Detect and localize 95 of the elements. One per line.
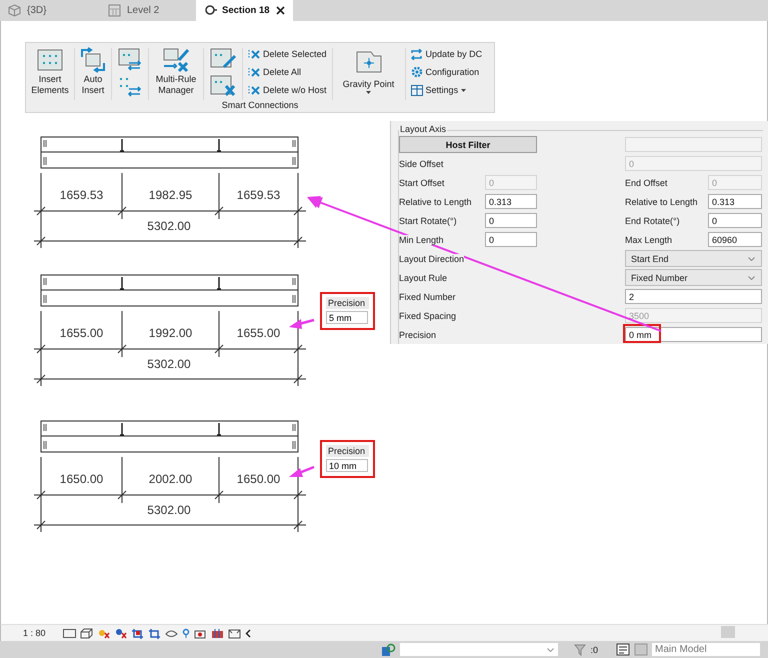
camera-icon[interactable] bbox=[194, 628, 207, 638]
field-label: Min Length bbox=[399, 234, 444, 244]
crop-region-icon[interactable] bbox=[148, 628, 161, 638]
field-label: Start Offset bbox=[399, 178, 444, 188]
dimension-label: 2002.00 bbox=[148, 472, 192, 486]
delete-icon bbox=[248, 84, 260, 96]
field-label: Relative to Length bbox=[399, 196, 472, 206]
workset-icon[interactable] bbox=[380, 642, 396, 656]
sun-icon[interactable] bbox=[97, 628, 110, 638]
chevron-down-icon bbox=[748, 276, 755, 280]
panel-title: Smart Connections bbox=[220, 100, 300, 112]
gravity-point-icon bbox=[354, 49, 384, 75]
dimension-label: 1650.00 bbox=[60, 472, 104, 486]
field-label: Fixed Number bbox=[399, 292, 456, 302]
view-tab[interactable]: {3D} bbox=[0, 0, 100, 21]
hide-icon[interactable] bbox=[165, 628, 178, 638]
scale-label[interactable]: 1 : 80 bbox=[23, 628, 53, 638]
text-field[interactable]: 60960 bbox=[708, 232, 762, 247]
model-field[interactable]: Main Model bbox=[652, 643, 760, 656]
dimension-label: 1982.95 bbox=[148, 188, 192, 202]
chevron-left-icon[interactable] bbox=[245, 628, 251, 638]
cube-icon bbox=[8, 4, 21, 17]
ribbon-button[interactable]: Gravity Point bbox=[334, 46, 403, 100]
ribbon-button[interactable]: Delete All bbox=[248, 64, 327, 80]
dimension-label: 1659.53 bbox=[236, 188, 280, 202]
auto-insert-icon bbox=[79, 47, 107, 73]
ribbon-button[interactable]: Delete Selected bbox=[248, 46, 327, 62]
ribbon-button[interactable]: Insert Elements bbox=[28, 46, 72, 100]
text-field[interactable]: 0 mm bbox=[625, 327, 762, 342]
ribbon-button[interactable]: Multi-Rule Manager bbox=[151, 46, 201, 100]
field-label: Fixed Spacing bbox=[399, 310, 456, 320]
editable-icon[interactable] bbox=[616, 643, 630, 656]
dimension-label: 1659.53 bbox=[60, 188, 104, 202]
ribbon-button[interactable]: Auto Insert bbox=[77, 46, 109, 100]
section-icon bbox=[204, 4, 217, 17]
field-label: Start Rotate(°) bbox=[399, 216, 457, 226]
delete-icon bbox=[248, 48, 260, 60]
text-field[interactable]: 0 bbox=[485, 213, 537, 228]
text-field[interactable]: 0.313 bbox=[708, 194, 762, 209]
dimension-label: 1650.00 bbox=[236, 472, 280, 486]
pin-icon[interactable] bbox=[182, 628, 190, 638]
rule-manager-icon bbox=[161, 47, 191, 73]
table-icon bbox=[410, 84, 423, 96]
group-title: Layout Axis bbox=[399, 124, 448, 134]
chevron-down-icon bbox=[547, 648, 554, 652]
ribbon-button[interactable]: Delete w/o Host bbox=[248, 82, 327, 98]
selection-count: :0 bbox=[590, 644, 598, 654]
field-label: Precision bbox=[326, 297, 369, 309]
text-field[interactable]: 10 mm bbox=[326, 459, 368, 472]
detail-level-icon[interactable] bbox=[63, 628, 76, 638]
text-field[interactable]: 0 bbox=[485, 232, 537, 247]
crop-icon[interactable] bbox=[131, 628, 144, 638]
field-label: Precision bbox=[326, 445, 369, 457]
cube-icon[interactable] bbox=[80, 628, 93, 638]
field-label: End Offset bbox=[625, 178, 668, 188]
close-icon[interactable] bbox=[276, 6, 285, 15]
panel-grid-icon bbox=[36, 47, 64, 73]
shadow-icon[interactable] bbox=[114, 628, 127, 638]
dimension-label: 1655.00 bbox=[60, 326, 104, 340]
caret-icon bbox=[461, 88, 466, 92]
dimension-label: 5302.00 bbox=[147, 503, 191, 517]
dimension-label: 1992.00 bbox=[148, 326, 192, 340]
text-field[interactable]: 5 mm bbox=[326, 311, 368, 324]
dimension-label: 1655.00 bbox=[236, 326, 280, 340]
dimension-label: 5302.00 bbox=[147, 357, 191, 371]
text-field[interactable]: 0 bbox=[708, 213, 762, 228]
caret-icon bbox=[366, 91, 372, 94]
field-label: Relative to Length bbox=[625, 196, 698, 206]
text-field[interactable]: 2 bbox=[625, 289, 762, 304]
field-label: Layout Rule bbox=[399, 272, 448, 282]
field-label: Layout Direction bbox=[399, 254, 464, 264]
view-tab[interactable]: Level 2 bbox=[100, 0, 196, 21]
dropdown[interactable]: Start End bbox=[625, 250, 762, 267]
ribbon-button[interactable]: Update by DC bbox=[410, 46, 482, 62]
ribbon-button[interactable]: Configuration bbox=[410, 64, 482, 80]
field-label: Side Offset bbox=[399, 158, 444, 168]
refresh-panel-icon[interactable] bbox=[117, 47, 143, 71]
field-label: Precision bbox=[399, 330, 436, 340]
dimension-label: 5302.00 bbox=[147, 219, 191, 233]
chevron-down-icon bbox=[748, 256, 755, 260]
delete-panel-icon[interactable] bbox=[209, 74, 237, 98]
delete-icon bbox=[248, 66, 260, 78]
floor-plan-icon bbox=[108, 4, 121, 17]
edit-panel-icon[interactable] bbox=[209, 47, 237, 71]
field-label: Max Length bbox=[625, 234, 672, 244]
settings-icon bbox=[410, 66, 423, 78]
view-tab[interactable]: Section 18 bbox=[196, 0, 293, 21]
dropdown[interactable]: Fixed Number bbox=[625, 269, 762, 286]
scrollbar-thumb[interactable] bbox=[721, 626, 735, 638]
filter-button[interactable]: Host Filter bbox=[399, 136, 537, 153]
text-field[interactable]: 0.313 bbox=[485, 194, 537, 209]
sync-icon bbox=[410, 48, 423, 60]
ribbon-button[interactable]: Settings bbox=[410, 82, 482, 98]
arrow bbox=[289, 466, 314, 477]
field-label: End Rotate(°) bbox=[625, 216, 680, 226]
